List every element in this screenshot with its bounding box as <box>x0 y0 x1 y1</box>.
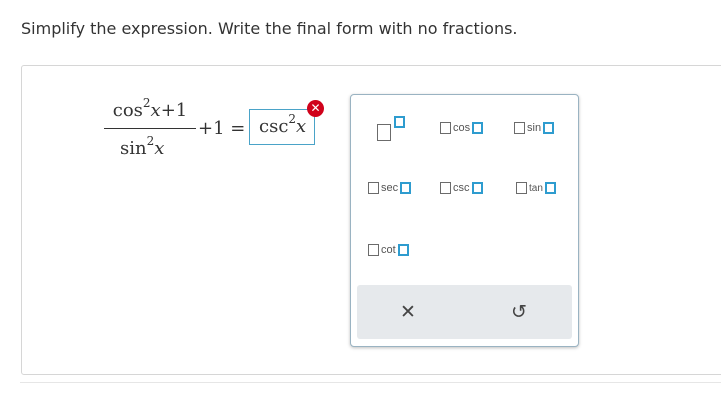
answer-input[interactable]: csc2x <box>249 109 315 145</box>
sec-key[interactable]: sec <box>368 182 412 194</box>
csc-key-label: csc <box>453 182 470 194</box>
placeholder-box-icon <box>516 182 527 194</box>
divider <box>20 382 721 383</box>
clear-button[interactable]: ✕ <box>388 293 428 331</box>
answer-exponent: 2 <box>288 112 297 126</box>
fraction-numerator: cos2x+1 <box>104 97 196 121</box>
sec-key-label: sec <box>381 182 399 194</box>
exponent-key[interactable] <box>377 116 411 144</box>
answer-variable: x <box>296 116 307 137</box>
fraction-denominator: sin2x <box>120 135 165 159</box>
argument-box-icon <box>397 244 409 256</box>
argument-box-icon <box>471 182 483 194</box>
cot-key[interactable]: cot <box>368 244 409 256</box>
placeholder-box-icon <box>440 182 451 194</box>
tan-key[interactable]: tan <box>516 182 556 194</box>
fraction-bar <box>104 128 196 129</box>
math-palette: cos sin sec csc tan cot ✕ ↺ <box>350 94 579 347</box>
instructions-text: Simplify the expression. Write the final… <box>21 19 518 38</box>
palette-toolbar: ✕ ↺ <box>357 285 572 339</box>
answer-value: csc2x <box>259 113 307 137</box>
sin-key-label: sin <box>527 122 542 134</box>
sin-key[interactable]: sin <box>514 122 555 134</box>
denominator-variable: x <box>154 138 165 159</box>
numerator-plus-one: +1 <box>160 100 188 121</box>
csc-key[interactable]: csc <box>440 182 483 194</box>
argument-box-icon <box>472 122 484 134</box>
placeholder-box-icon <box>368 244 379 256</box>
cot-key-label: cot <box>381 244 396 256</box>
tan-key-label: tan <box>529 182 543 194</box>
denominator-function: sin <box>120 138 147 159</box>
undo-icon: ↺ <box>511 301 527 323</box>
plus-one-equals: +1 = <box>198 118 246 139</box>
error-x-icon: ✕ <box>307 100 324 117</box>
undo-button[interactable]: ↺ <box>499 293 539 331</box>
placeholder-box-icon <box>514 122 525 134</box>
numerator-variable: x <box>150 100 161 121</box>
base-box-icon <box>377 124 391 141</box>
argument-box-icon <box>544 182 556 194</box>
placeholder-box-icon <box>368 182 379 194</box>
power-box-icon <box>394 116 405 128</box>
cos-key[interactable]: cos <box>440 122 484 134</box>
argument-box-icon <box>543 122 555 134</box>
answer-function: csc <box>259 116 289 137</box>
cos-key-label: cos <box>453 122 471 134</box>
placeholder-box-icon <box>440 122 451 134</box>
argument-box-icon <box>400 182 412 194</box>
close-icon: ✕ <box>400 301 416 323</box>
numerator-exponent: 2 <box>142 96 151 110</box>
numerator-function: cos <box>112 100 143 121</box>
